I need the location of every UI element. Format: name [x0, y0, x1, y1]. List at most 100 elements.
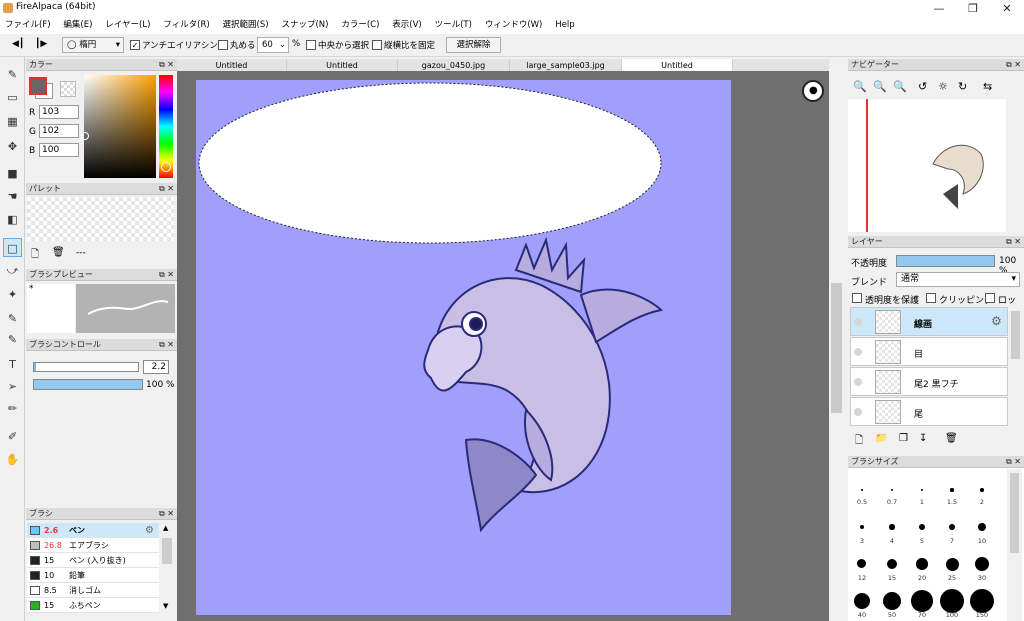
- brush-size-option[interactable]: 10: [967, 507, 997, 545]
- minimize-icon[interactable]: —: [922, 0, 956, 17]
- lasso-tool-icon[interactable]: ⤻: [3, 261, 22, 280]
- bucket-tool-icon[interactable]: ☚: [3, 187, 22, 206]
- hue-slider[interactable]: [159, 75, 173, 178]
- close-icon[interactable]: ✕: [990, 0, 1024, 17]
- brush-list-scrollbar[interactable]: ▲ ▼: [160, 522, 174, 614]
- layer-row[interactable]: 線画 ⚙: [850, 307, 1008, 336]
- fill-rect-tool-icon[interactable]: ■: [3, 164, 22, 183]
- pen-tool-icon[interactable]: ✎: [3, 65, 22, 84]
- panel-dock-close-icon[interactable]: ⧉ ✕: [159, 508, 174, 520]
- drawing-canvas[interactable]: [196, 80, 731, 615]
- delete-layer-icon[interactable]: 🗑: [945, 433, 958, 444]
- zoom-in-icon[interactable]: 🔍: [853, 80, 867, 93]
- gear-icon[interactable]: ⚙: [991, 314, 1002, 328]
- layer-row[interactable]: 尾2 黒フチ: [850, 367, 1008, 396]
- hand-tool-icon[interactable]: ✋: [3, 450, 22, 469]
- visibility-icon[interactable]: [854, 378, 862, 386]
- brush-size-option[interactable]: 70: [907, 581, 937, 619]
- brush-size-option[interactable]: 1: [907, 470, 937, 507]
- brush-size-option[interactable]: 0.5: [847, 470, 877, 507]
- brush-list-item[interactable]: 15 ふちペン: [27, 598, 159, 613]
- scroll-down-icon[interactable]: ▼: [163, 602, 168, 610]
- layer-row[interactable]: 目: [850, 337, 1008, 366]
- menu-file[interactable]: ファイル(F): [0, 17, 56, 34]
- merge-down-icon[interactable]: ↧: [919, 433, 927, 444]
- rotate-left-icon[interactable]: ↺: [918, 80, 927, 93]
- layer-list-scrollbar[interactable]: [1009, 307, 1022, 428]
- dot-tool-icon[interactable]: ▦: [3, 112, 22, 131]
- panel-dock-close-icon[interactable]: ⧉ ✕: [159, 269, 174, 281]
- eyedropper-icon[interactable]: ✐: [3, 427, 22, 446]
- panel-dock-close-icon[interactable]: ⧉ ✕: [159, 183, 174, 195]
- panel-dock-close-icon[interactable]: ⧉ ✕: [1006, 236, 1021, 248]
- brush-size-option[interactable]: 2: [967, 470, 997, 507]
- layer-row[interactable]: 尾: [850, 397, 1008, 426]
- brush-size-option[interactable]: 12: [847, 544, 877, 582]
- saturation-value-picker[interactable]: [81, 75, 156, 178]
- panel-dock-close-icon[interactable]: ⧉ ✕: [1006, 456, 1021, 468]
- brush-list-item[interactable]: 2.6 ペン ⚙: [27, 523, 159, 538]
- visibility-icon[interactable]: [854, 408, 862, 416]
- from-center-checkbox[interactable]: [306, 40, 316, 50]
- visibility-icon[interactable]: [854, 318, 862, 326]
- layer-opacity-slider[interactable]: [896, 255, 995, 267]
- brush-size-option[interactable]: 4: [877, 507, 907, 545]
- blend-mode-select[interactable]: 通常 ▾: [896, 272, 1020, 287]
- scroll-up-icon[interactable]: ▲: [163, 524, 168, 532]
- protect-alpha-checkbox[interactable]: [852, 293, 862, 303]
- navigator-preview[interactable]: [848, 99, 1006, 232]
- navigator-scrollbar[interactable]: [1008, 99, 1022, 232]
- new-layer-icon[interactable]: 🗋: [855, 433, 863, 450]
- g-input[interactable]: 102: [39, 124, 79, 138]
- round-checkbox[interactable]: [218, 40, 228, 50]
- brush-size-option[interactable]: 15: [877, 544, 907, 582]
- brush-size-option[interactable]: 5: [907, 507, 937, 545]
- panel-dock-close-icon[interactable]: ⧉ ✕: [159, 59, 174, 71]
- brush-list-item[interactable]: 15 ペン (入り抜き): [27, 553, 159, 568]
- brush-list-item[interactable]: 10 鉛筆: [27, 568, 159, 583]
- brush-opacity-slider[interactable]: [33, 379, 143, 390]
- new-palette-icon[interactable]: 🗋: [31, 247, 39, 264]
- b-input[interactable]: 100: [39, 143, 79, 157]
- prev-icon[interactable]: ◀┃: [12, 39, 24, 49]
- eraser-tool-icon[interactable]: ▭: [3, 88, 22, 107]
- select-pen-icon[interactable]: ✎: [3, 309, 22, 328]
- brush-size-option[interactable]: 7: [937, 507, 967, 545]
- menu-help[interactable]: Help: [550, 17, 579, 34]
- rotate-reset-icon[interactable]: ☼: [938, 80, 948, 93]
- brush-size-option[interactable]: 40: [847, 581, 877, 619]
- brush-size-option[interactable]: 150: [967, 581, 997, 619]
- menu-selection[interactable]: 選択範囲(S): [218, 17, 274, 34]
- brush-size-scrollbar[interactable]: [1007, 469, 1022, 621]
- zoom-out-icon[interactable]: 🔍: [873, 80, 887, 93]
- menu-layer[interactable]: レイヤー(L): [100, 17, 155, 34]
- brush-size-option[interactable]: 20: [907, 544, 937, 582]
- menu-snap[interactable]: スナップ(N): [276, 17, 333, 34]
- palette-grid[interactable]: [27, 197, 174, 241]
- fix-ratio-checkbox[interactable]: [372, 40, 382, 50]
- menu-window[interactable]: ウィンドウ(W): [480, 17, 548, 34]
- menu-filter[interactable]: フィルタ(R): [158, 17, 214, 34]
- canvas-scroll-thumb[interactable]: [831, 283, 842, 413]
- brush-size-scroll-thumb[interactable]: [1010, 473, 1019, 553]
- antialias-checkbox[interactable]: ✓: [130, 40, 140, 50]
- scroll-thumb[interactable]: [162, 538, 172, 564]
- r-input[interactable]: 103: [39, 105, 79, 119]
- divide-tool-icon[interactable]: ✏: [3, 399, 22, 418]
- new-folder-icon[interactable]: 📁: [875, 433, 887, 444]
- brush-size-option[interactable]: 30: [967, 544, 997, 582]
- brush-size-option[interactable]: 100: [937, 581, 967, 619]
- canvas-vertical-scrollbar[interactable]: [829, 71, 845, 621]
- transparent-color-swatch[interactable]: [60, 81, 76, 97]
- brush-size-option[interactable]: 25: [937, 544, 967, 582]
- select-tool-icon[interactable]: □: [3, 238, 22, 257]
- text-tool-icon[interactable]: T: [3, 355, 22, 374]
- brush-size-value[interactable]: 2.2: [143, 360, 169, 374]
- operation-tool-icon[interactable]: ➢: [3, 377, 22, 396]
- brush-size-option[interactable]: 3: [847, 507, 877, 545]
- menu-view[interactable]: 表示(V): [387, 17, 426, 34]
- visibility-icon[interactable]: [854, 348, 862, 356]
- brush-size-option[interactable]: 50: [877, 581, 907, 619]
- gear-icon[interactable]: ⚙: [145, 523, 154, 538]
- select-eraser-icon[interactable]: ✎: [3, 330, 22, 349]
